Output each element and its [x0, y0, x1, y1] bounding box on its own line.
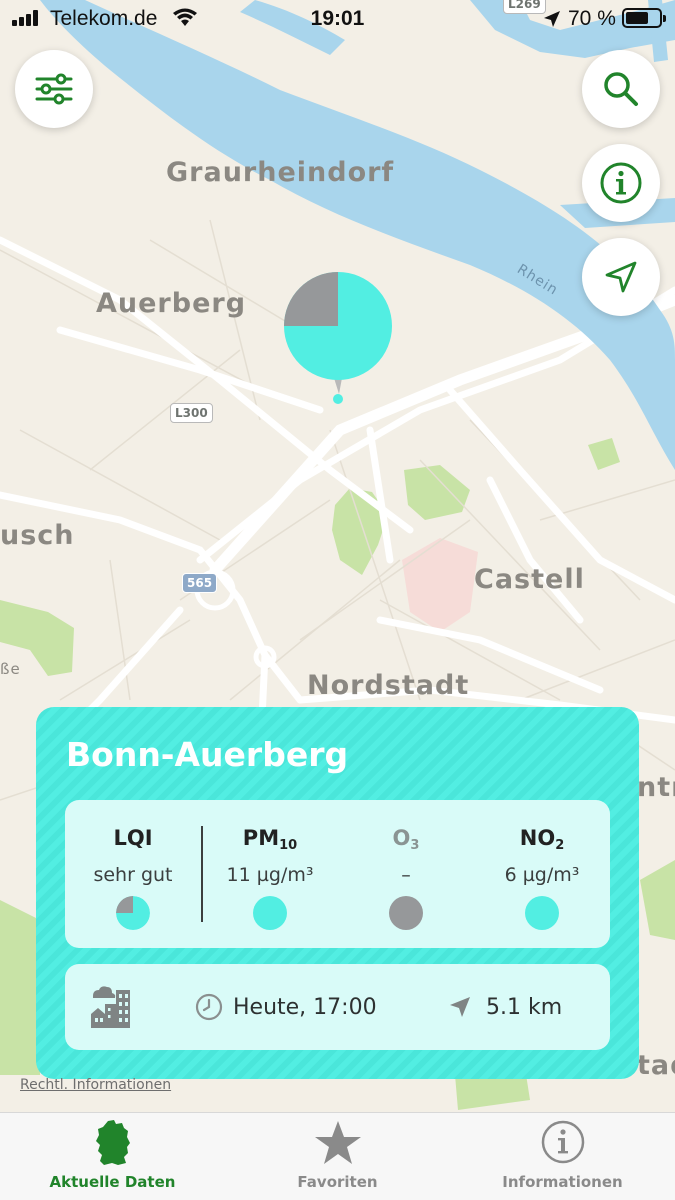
map-label-usch: usch	[0, 520, 75, 551]
map-label-auerberg: Auerberg	[96, 288, 247, 319]
marker-point	[333, 394, 343, 404]
measurement-time: Heute, 17:00	[195, 964, 377, 1050]
search-icon	[604, 72, 638, 106]
star-icon	[314, 1121, 361, 1164]
marker-stem	[334, 378, 342, 394]
pm10-value: 11 µg/m³	[226, 864, 314, 886]
o3-column: O3 –	[338, 800, 474, 948]
city-building-icon	[91, 986, 130, 1028]
lqi-column: LQI sehr gut	[65, 800, 201, 948]
station-marker[interactable]	[282, 270, 394, 410]
no2-column: NO2 6 µg/m³	[474, 800, 610, 948]
park-area	[588, 438, 620, 470]
pm10-label: PM10	[242, 826, 298, 853]
location-services-icon	[544, 11, 560, 27]
distance-arrow-icon	[450, 997, 470, 1017]
lqi-label: LQI	[113, 826, 153, 850]
distance-text: 5.1 km	[486, 994, 563, 1020]
no2-status-dot	[525, 896, 559, 930]
tab-favorites-label: Favoriten	[297, 1173, 378, 1191]
lqi-value: sehr gut	[93, 864, 173, 886]
park-area	[640, 860, 675, 940]
battery-icon	[622, 8, 666, 28]
clock-icon	[195, 993, 223, 1021]
station-name: Bonn-Auerberg	[66, 735, 349, 774]
map-label-tad: tad	[637, 1050, 675, 1081]
road-shield-565: 565	[182, 573, 218, 593]
tab-current-data-label: Aktuelle Daten	[49, 1173, 176, 1191]
lqi-pie-icon	[116, 896, 150, 930]
park-area	[0, 900, 40, 1075]
map-label-nordstadt: Nordstadt	[307, 670, 470, 701]
info-icon	[600, 162, 642, 204]
tab-bar: Aktuelle Daten Favoriten Informationen	[0, 1112, 675, 1200]
measurement-time-text: Heute, 17:00	[233, 994, 377, 1020]
sliders-icon	[35, 73, 73, 105]
pm10-status-dot	[253, 896, 287, 930]
battery-percentage: 70 %	[568, 7, 616, 30]
map-label-graurheindorf: Graurheindorf	[166, 157, 395, 188]
no2-value: 6 µg/m³	[504, 864, 580, 886]
station-type	[89, 964, 135, 1050]
pm10-column: PM10 11 µg/m³	[202, 800, 338, 948]
location-arrow-icon	[605, 261, 637, 293]
info-button[interactable]	[582, 144, 660, 222]
station-info-panel: Heute, 17:00 5.1 km	[65, 964, 610, 1050]
tab-current-data[interactable]: Aktuelle Daten	[0, 1113, 225, 1200]
germany-map-icon	[95, 1120, 130, 1165]
tab-information-label: Informationen	[502, 1173, 623, 1191]
map-label-castell: Castell	[474, 564, 585, 595]
station-card[interactable]: Bonn-Auerberg LQI sehr gut PM10 11 µg/m³…	[36, 707, 639, 1079]
o3-value: –	[401, 864, 411, 886]
search-button[interactable]	[582, 50, 660, 128]
tab-favorites[interactable]: Favoriten	[225, 1113, 450, 1200]
info-circle-icon	[541, 1120, 584, 1164]
road-shield-l300: L300	[170, 403, 213, 423]
pollutant-panel: LQI sehr gut PM10 11 µg/m³ O3 – NO2 6 µg…	[65, 800, 610, 948]
o3-label: O3	[392, 826, 420, 853]
marker-none-slice	[284, 272, 338, 326]
park-area	[404, 465, 470, 520]
locate-me-button[interactable]	[582, 238, 660, 316]
o3-status-dot	[389, 896, 423, 930]
map-label-strasse: ße	[0, 660, 21, 678]
status-bar: Telekom.de 19:01 70 %	[0, 0, 675, 40]
map-label-ntru: ntru	[637, 772, 675, 803]
no2-label: NO2	[519, 826, 565, 853]
tab-information[interactable]: Informationen	[450, 1113, 675, 1200]
station-distance: 5.1 km	[448, 964, 562, 1050]
filter-button[interactable]	[15, 50, 93, 128]
legal-information-link[interactable]: Rechtl. Informationen	[20, 1077, 171, 1093]
